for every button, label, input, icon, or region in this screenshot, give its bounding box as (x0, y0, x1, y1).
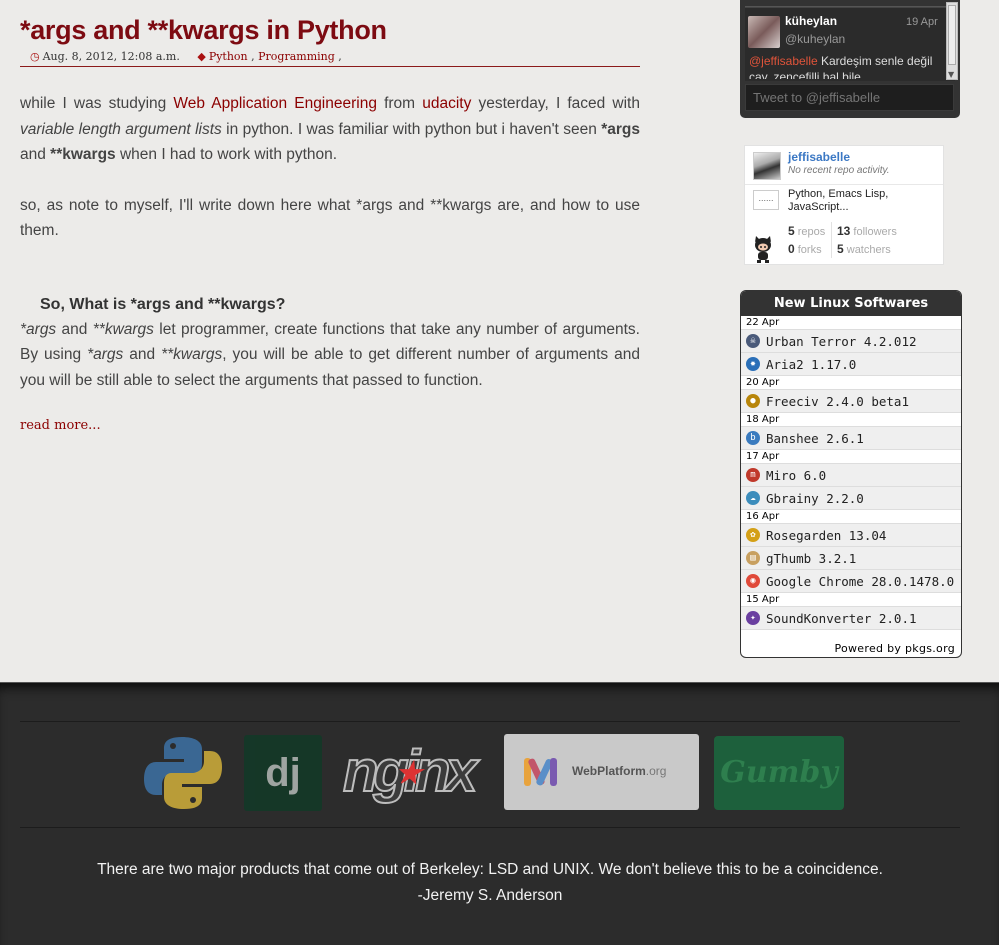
avatar[interactable] (748, 16, 780, 48)
software-name: Miro 6.0 (766, 468, 827, 483)
subheading: So, What is *args and **kwargs? (40, 295, 286, 313)
paragraph-definition: *args and **kwargs let programmer, creat… (20, 320, 640, 389)
divider (831, 222, 832, 258)
urban-terror-icon: ☠ (746, 334, 760, 348)
divider (745, 184, 943, 185)
gumby-logo[interactable]: Gumby (714, 736, 844, 810)
software-item[interactable]: ✿ Rosegarden 13.04 (741, 524, 961, 547)
software-item[interactable]: b Banshee 2.6.1 (741, 427, 961, 450)
github-widget: jeffisabelle No recent repo activity. ..… (744, 145, 944, 265)
tag-programming[interactable]: Programming (258, 50, 335, 63)
language-icon: ...... (753, 190, 779, 210)
github-avatar[interactable] (753, 152, 781, 180)
new-linux-softwares-widget: New Linux Softwares 22 Apr ☠ Urban Terror … (740, 290, 962, 658)
software-date: 16 Apr (741, 510, 961, 524)
freeciv-icon: ● (746, 394, 760, 408)
paragraph-intro: while I was studying Web Application Eng… (20, 95, 641, 163)
github-followers[interactable]: 13 followers (837, 224, 897, 238)
software-item[interactable]: ☁ Gbrainy 2.2.0 (741, 487, 961, 510)
github-activity-note: No recent repo activity. (788, 165, 890, 176)
software-name: gThumb 3.2.1 (766, 551, 857, 566)
divider (20, 827, 960, 828)
github-username[interactable]: jeffisabelle (788, 150, 850, 164)
github-watchers[interactable]: 5 watchers (837, 242, 891, 256)
software-item[interactable]: ✸ Aria2 1.17.0 (741, 353, 961, 376)
software-name: Urban Terror 4.2.012 (766, 334, 917, 349)
footer: dj nginx ★ WebPlatform.org Gumby There a… (0, 682, 999, 945)
link-web-app-engineering[interactable]: Web Application Engineering (173, 95, 377, 112)
powered-by[interactable]: Powered by pkgs.org (834, 642, 955, 655)
software-name: Freeciv 2.4.0 beta1 (766, 394, 909, 409)
software-date: 15 Apr (741, 593, 961, 607)
software-item[interactable]: ✦ SoundKonverter 2.0.1 (741, 607, 961, 630)
footer-quote: There are two major products that come o… (0, 857, 980, 909)
django-logo[interactable]: dj (244, 735, 322, 811)
tag-python[interactable]: Python (209, 50, 248, 63)
software-item[interactable]: ▤ gThumb 3.2.1 (741, 547, 961, 570)
post-meta: ◷ Aug. 8, 2012, 12:08 a.m. ◆ Python , Prog… (20, 46, 640, 67)
software-date: 17 Apr (741, 450, 961, 464)
gthumb-icon: ▤ (746, 551, 760, 565)
tweet-author[interactable]: küheylan (785, 14, 837, 28)
nginx-logo[interactable]: nginx ★ (342, 738, 479, 806)
post-title[interactable]: *args and **kwargs in Python (20, 14, 640, 46)
python-logo[interactable] (144, 735, 222, 811)
software-item[interactable]: ● Freeciv 2.4.0 beta1 (741, 390, 961, 413)
quote-author: -Jeremy S. Anderson (417, 887, 563, 904)
webplatform-logo[interactable]: WebPlatform.org (504, 734, 699, 810)
miro-icon: m (746, 468, 760, 482)
star-icon: ★ (395, 757, 422, 790)
chrome-icon: ◉ (746, 574, 760, 588)
widget-title: New Linux Softwares (741, 291, 961, 316)
github-languages: Python, Emacs Lisp, JavaScript... (788, 188, 889, 213)
software-name: Aria2 1.17.0 (766, 357, 857, 372)
aria2-icon: ✸ (746, 357, 760, 371)
software-name: Gbrainy 2.2.0 (766, 491, 864, 506)
webplatform-text: WebPlatform.org (572, 764, 667, 778)
tweet-text: @jeffisabelle Kardeşim senle değil çay, … (749, 54, 933, 79)
read-more-link[interactable]: read more... (20, 418, 101, 433)
tweet-scrollbar[interactable]: ▼ (946, 2, 958, 80)
paragraph-note: so, as note to myself, I'll write down h… (20, 196, 640, 240)
banshee-icon: b (746, 431, 760, 445)
quote-text: There are two major products that come o… (97, 861, 883, 878)
divider (20, 721, 960, 722)
tweet-date[interactable]: 19 Apr (906, 16, 938, 28)
software-date: 18 Apr (741, 413, 961, 427)
scroll-down-icon[interactable]: ▼ (948, 70, 954, 79)
clock-icon: ◷ (30, 50, 40, 63)
article: *args and **kwargs in Python ◷ Aug. 8, 20… (20, 14, 640, 433)
software-date: 22 Apr (741, 316, 961, 330)
software-date: 20 Apr (741, 376, 961, 390)
software-name: Rosegarden 13.04 (766, 528, 887, 543)
software-item[interactable]: ☠ Urban Terror 4.2.012 (741, 330, 961, 353)
post-date: Aug. 8, 2012, 12:08 a.m. (42, 50, 180, 63)
software-name: Google Chrome 28.0.1478.0 (766, 574, 955, 589)
software-list: 22 Apr ☠ Urban Terror 4.2.012 ✸ Aria2 1.17.0… (741, 316, 961, 630)
gbrainy-icon: ☁ (746, 491, 760, 505)
rosegarden-icon: ✿ (746, 528, 760, 542)
octocat-icon (755, 236, 771, 263)
tweet-mention[interactable]: @jeffisabelle (749, 54, 818, 68)
github-repos[interactable]: 5 repos (788, 224, 825, 238)
software-item[interactable]: ◉ Google Chrome 28.0.1478.0 (741, 570, 961, 593)
scrollbar-thumb[interactable] (948, 5, 956, 65)
link-udacity[interactable]: udacity (422, 95, 471, 112)
github-forks[interactable]: 0 forks (788, 242, 822, 256)
software-name: Banshee 2.6.1 (766, 431, 864, 446)
software-item[interactable]: m Miro 6.0 (741, 464, 961, 487)
tweet-handle[interactable]: @kuheylan (785, 32, 845, 46)
webplatform-mark-icon (524, 758, 557, 786)
twitter-widget: küheylan 19 Apr @kuheylan @jeffisabelle … (740, 0, 960, 118)
soundkonverter-icon: ✦ (746, 611, 760, 625)
software-name: SoundKonverter 2.0.1 (766, 611, 917, 626)
read-more: read more... (20, 418, 640, 433)
tag-icon: ◆ (197, 50, 206, 63)
tweet-input[interactable] (745, 84, 954, 111)
